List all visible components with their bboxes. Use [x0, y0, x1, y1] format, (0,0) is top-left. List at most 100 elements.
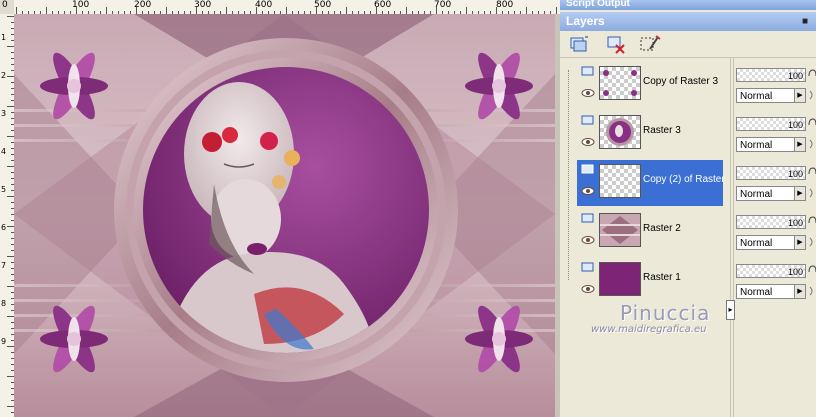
lock-icon[interactable]: [808, 215, 816, 229]
image-canvas-area: 0 100 200 300 400 500 600 700 800 1 2 3 …: [0, 0, 560, 417]
edit-selection-icon[interactable]: [638, 33, 662, 55]
dropdown-arrow-icon[interactable]: ▶: [794, 187, 805, 200]
ruler-label: 8: [1, 299, 7, 308]
blend-mode-select[interactable]: Normal ▶: [736, 186, 806, 201]
ruler-label: 3: [1, 109, 7, 118]
ruler-tick: [496, 7, 497, 14]
watermark-name: Pinuccia: [620, 301, 711, 325]
layer-type-icon[interactable]: [581, 262, 595, 273]
opacity-field[interactable]: 100: [736, 215, 806, 229]
ruler-tick: [7, 346, 14, 347]
ruler-label: 2: [1, 71, 7, 80]
delete-layer-icon[interactable]: [604, 33, 628, 55]
layer-row-raster-3[interactable]: Raster 3: [577, 111, 723, 157]
ruler-tick: [376, 7, 377, 14]
opacity-field[interactable]: 100: [736, 117, 806, 131]
layer-props: 100 Normal ▶: [736, 62, 816, 108]
ruler-tick: [226, 7, 227, 14]
ruler-tick: [76, 7, 77, 14]
ruler-tick: [136, 7, 137, 14]
lock-icon[interactable]: [808, 166, 816, 180]
link-icon[interactable]: [808, 89, 816, 101]
dropdown-arrow-icon[interactable]: ▶: [794, 285, 805, 298]
layer-type-icon[interactable]: [581, 115, 595, 126]
lock-icon[interactable]: [808, 68, 816, 82]
blend-mode-select[interactable]: Normal ▶: [736, 137, 806, 152]
ruler-tick: [7, 76, 14, 77]
opacity-field[interactable]: 100: [736, 166, 806, 180]
blend-mode-value: Normal: [740, 238, 773, 249]
blend-mode-value: Normal: [740, 91, 773, 102]
layer-name: Raster 3: [643, 125, 681, 136]
visibility-eye-icon[interactable]: [581, 137, 595, 147]
layer-thumbnail: [599, 115, 641, 149]
blend-mode-value: Normal: [740, 287, 773, 298]
layer-properties-column: 100 Normal ▶ 100 Normal ▶ 100 Normal ▶ 100 …: [736, 58, 816, 417]
artwork-image[interactable]: [14, 14, 555, 417]
ruler-tick: [7, 316, 14, 317]
layer-props: 100 Normal ▶: [736, 111, 816, 157]
new-layer-icon[interactable]: [566, 33, 590, 55]
layer-type-icon[interactable]: [581, 213, 595, 224]
layer-row-raster-2[interactable]: Raster 2: [577, 209, 723, 255]
lock-icon[interactable]: [808, 264, 816, 278]
layers-panel: Script Output Layers ■ Copy of Raster 3: [560, 0, 816, 417]
blend-mode-select[interactable]: Normal ▶: [736, 284, 806, 299]
ruler-tick: [7, 166, 14, 167]
pin-icon[interactable]: ■: [802, 12, 808, 31]
vertical-ruler: 1 2 3 4 5 6 7 8 9: [0, 14, 15, 417]
lock-icon[interactable]: [808, 117, 816, 131]
ruler-tick: [7, 286, 14, 287]
ruler-tick: [286, 7, 287, 14]
ruler-tick: [346, 7, 347, 14]
watermark-url: www.maidiregrafica.eu: [591, 324, 707, 335]
ruler-label: 7: [1, 261, 7, 270]
ruler-tick: [406, 7, 407, 14]
panel-divider[interactable]: [730, 58, 734, 417]
ruler-label: 400: [255, 0, 273, 10]
ruler-tick: [7, 226, 14, 227]
blend-mode-value: Normal: [740, 140, 773, 151]
ruler-label: 1: [1, 33, 7, 42]
visibility-eye-icon[interactable]: [581, 88, 595, 98]
ruler-tick: [466, 7, 467, 14]
opacity-field[interactable]: 100: [736, 68, 806, 82]
ruler-tick: [256, 7, 257, 14]
blend-mode-value: Normal: [740, 189, 773, 200]
layer-props: 100 Normal ▶: [736, 160, 816, 206]
ruler-label: 0: [2, 0, 8, 10]
visibility-eye-icon[interactable]: [581, 235, 595, 245]
layer-row-copy-2-of-raster[interactable]: Copy (2) of Raster: [577, 160, 725, 206]
dropdown-arrow-icon[interactable]: ▶: [794, 236, 805, 249]
horizontal-ruler: 0 100 200 300 400 500 600 700 800: [2, 0, 560, 15]
ruler-tick: [7, 376, 14, 377]
tree-connector: [568, 70, 569, 280]
expand-arrow-icon[interactable]: ▸: [726, 300, 735, 320]
ruler-label: 6: [1, 223, 7, 232]
visibility-eye-icon[interactable]: [581, 284, 595, 294]
ruler-label: 9: [1, 337, 7, 346]
link-icon[interactable]: [808, 138, 816, 150]
layers-title-bar[interactable]: Layers ■: [560, 12, 816, 31]
dropdown-arrow-icon[interactable]: ▶: [794, 89, 805, 102]
opacity-field[interactable]: 100: [736, 264, 806, 278]
link-icon[interactable]: [808, 236, 816, 248]
link-icon[interactable]: [808, 285, 816, 297]
ruler-label: 100: [72, 0, 90, 10]
ruler-tick: [436, 7, 437, 14]
layer-props: 100 Normal ▶: [736, 209, 816, 255]
layer-thumbnail: [599, 213, 641, 247]
layer-name: Raster 1: [643, 272, 681, 283]
layer-row-copy-of-raster-3[interactable]: Copy of Raster 3: [577, 62, 723, 108]
script-output-title-bar[interactable]: Script Output: [560, 0, 816, 10]
layer-type-icon[interactable]: [581, 66, 595, 77]
ruler-tick: [196, 7, 197, 14]
link-icon[interactable]: [808, 187, 816, 199]
visibility-eye-icon[interactable]: [581, 186, 595, 196]
layer-row-raster-1[interactable]: Raster 1: [577, 258, 723, 304]
layer-type-icon[interactable]: [581, 164, 595, 175]
ruler-tick: [7, 406, 14, 407]
dropdown-arrow-icon[interactable]: ▶: [794, 138, 805, 151]
blend-mode-select[interactable]: Normal ▶: [736, 235, 806, 250]
blend-mode-select[interactable]: Normal ▶: [736, 88, 806, 103]
